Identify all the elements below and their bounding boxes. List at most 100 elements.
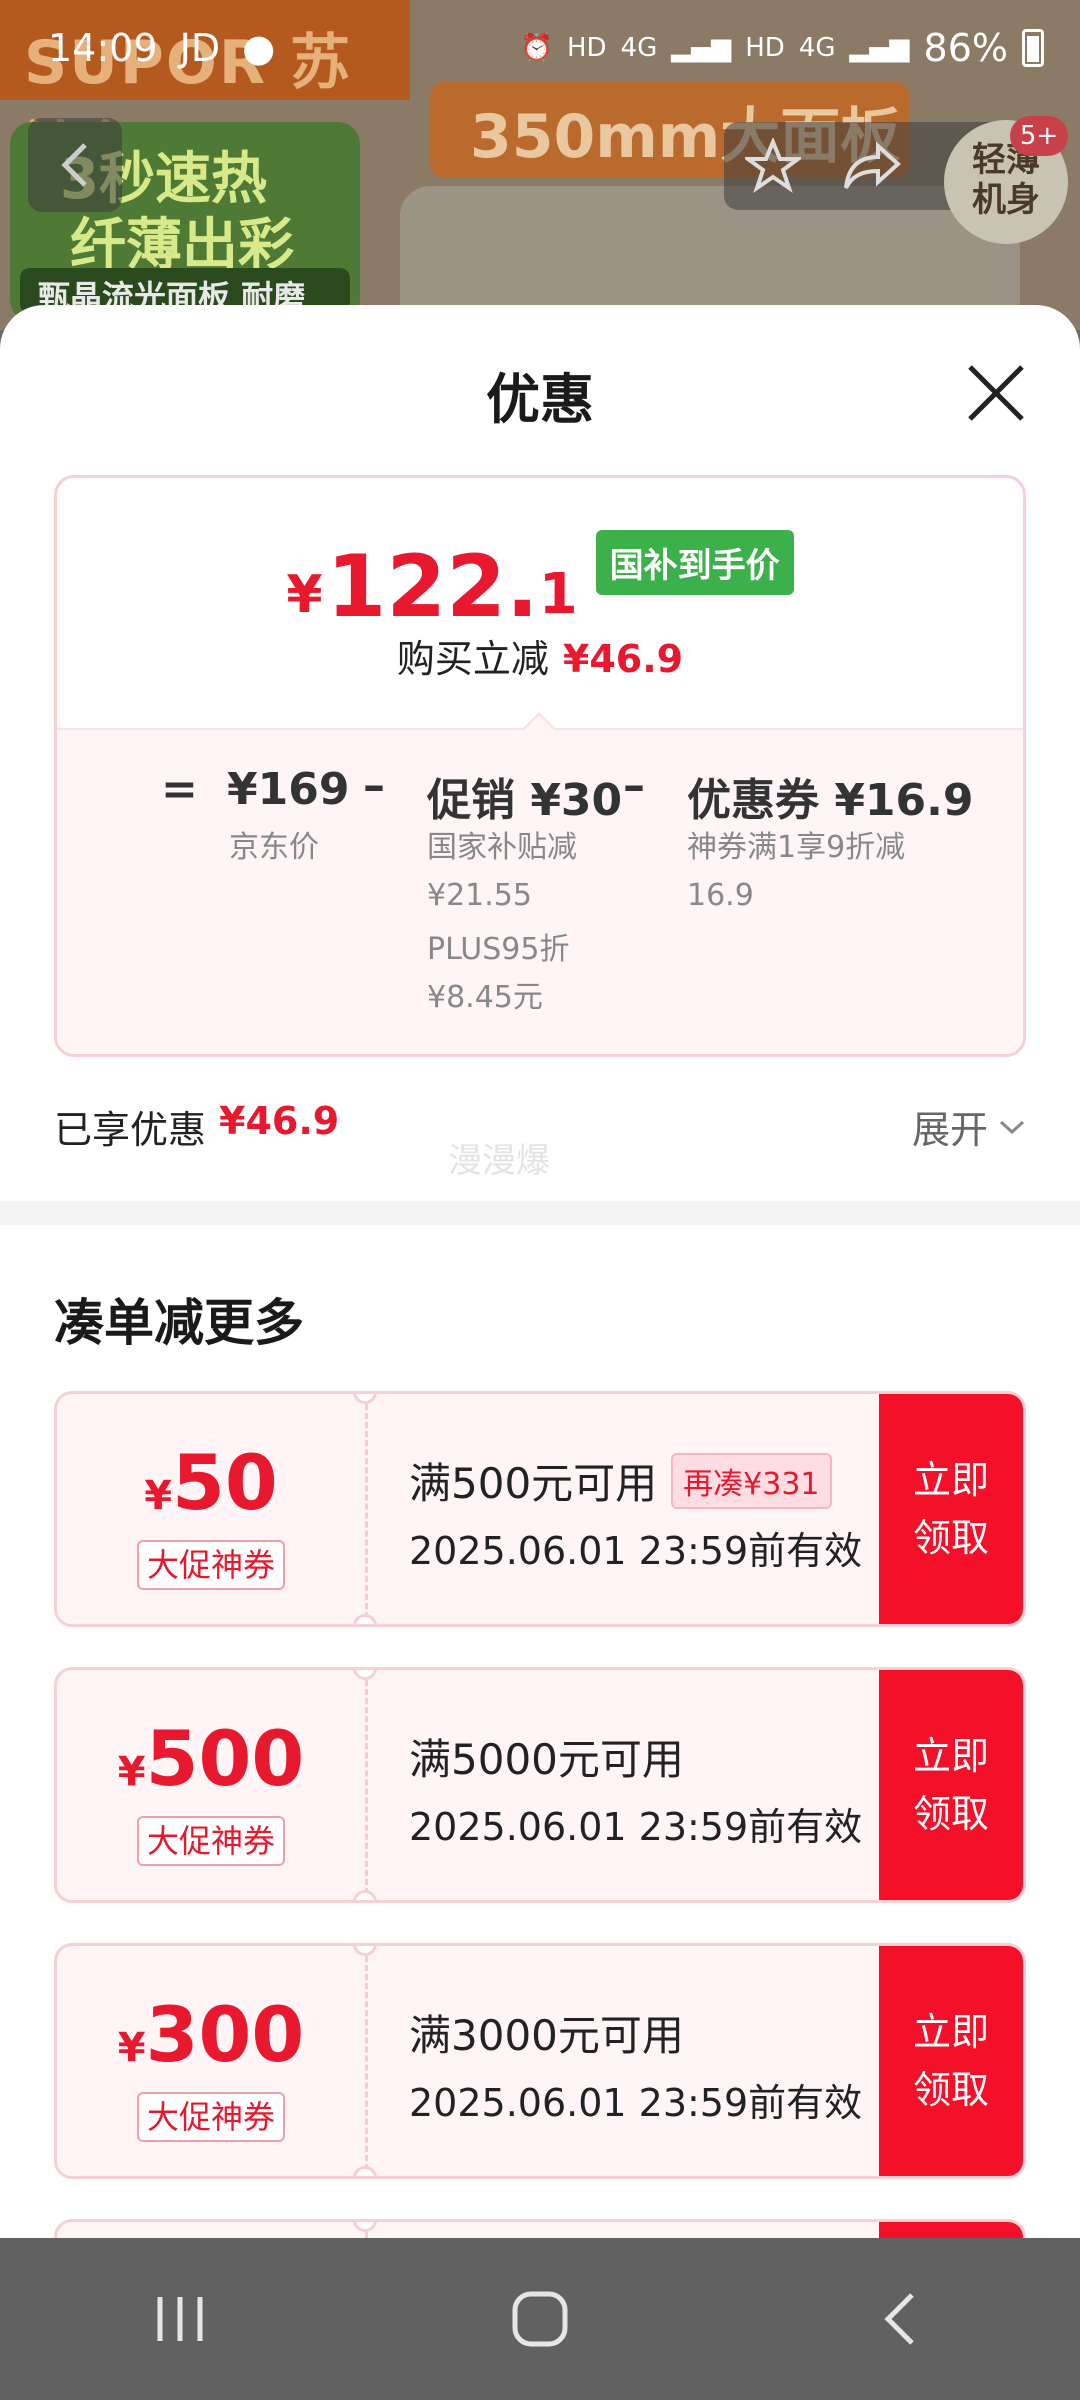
coupon-card: ¥500 大促神券 满5000元可用 2025.06.01 23:59前有效 立… — [54, 1667, 1026, 1903]
hd-label-2: HD — [745, 33, 785, 63]
claim-button-label: 立即 领取 — [912, 1734, 989, 1836]
coupon-value-area: ¥300 大促神券 — [57, 1946, 365, 2176]
status-bar: 14:09 JD ● ⏰ HD 4G ▂▄▆ HD 4G ▂▄▆ 86% — [0, 0, 1080, 100]
recent-apps-button[interactable] — [110, 2269, 250, 2369]
coupon-amount: 优惠券 ¥16.9 — [687, 775, 974, 826]
saving-label: 购买立减 — [396, 637, 549, 681]
coupon-detail-1: 神券满1享9折减 — [687, 830, 906, 865]
hd-label-1: HD — [566, 33, 607, 63]
coupon-value: 50 — [172, 1438, 278, 1527]
price-calculation: = ¥169 京东价 – 促销 ¥30 国家补贴减 ¥21.55 PLUS95折… — [57, 728, 1023, 1054]
coupon-card: ¥50 大促神券 满500元可用 再凑¥331 2025.06.01 23:59… — [54, 1391, 1026, 1627]
price-integer: 122. — [326, 537, 539, 637]
network-label-1: 4G — [620, 33, 658, 63]
back-arrow-icon — [61, 143, 87, 187]
promo-detail-3: PLUS95折 — [427, 932, 570, 967]
coupon-expiry: 2025.06.01 23:59前有效 — [409, 1805, 863, 1849]
battery-percent: 86% — [923, 26, 1008, 70]
message-count-badge: 5+ — [1010, 116, 1068, 156]
coupon-value-area: ¥50 大促神券 — [57, 1394, 365, 1624]
final-price: ¥ 122. 1 国补到手价 — [57, 530, 1023, 635]
share-icon[interactable] — [842, 140, 902, 192]
claim-coupon-button[interactable]: 立即 领取 — [879, 1394, 1023, 1624]
discount-sheet: 优惠 ¥ 122. 1 国补到手价 购买立减 ¥46.9 = ¥169 京东价 –… — [0, 305, 1080, 2238]
coupon-condition: 满500元可用 — [409, 1459, 658, 1508]
coupon-notch-bottom — [353, 2166, 377, 2176]
coupon-value-area: ¥500 大促神券 — [57, 1670, 365, 1900]
claim-coupon-button[interactable] — [879, 2222, 1023, 2238]
promo-detail-2: ¥21.55 — [427, 878, 532, 913]
coupon-currency: ¥ — [144, 1473, 173, 1519]
coupon-currency: ¥ — [117, 1749, 146, 1795]
section-title: 凑单减更多 — [54, 1294, 304, 1352]
coupon-separator — [365, 1956, 368, 2170]
section-divider — [0, 1201, 1080, 1225]
coupon-card: ¥300 大促神券 满3000元可用 2025.06.01 23:59前有效 立… — [54, 1943, 1026, 2179]
card-pointer-inner — [523, 715, 555, 731]
recent-apps-icon — [157, 2297, 203, 2341]
coupon-value: 500 — [145, 1714, 305, 1803]
coupon-notch-top — [353, 2222, 377, 2232]
status-time: 14:09 JD ● — [48, 26, 275, 70]
claim-button-label: 立即 领取 — [912, 2010, 989, 2112]
network-label-2: 4G — [798, 33, 836, 63]
signal-icon-1: ▂▄▆ — [671, 33, 732, 63]
jd-price-label: 京东价 — [229, 830, 319, 865]
enjoyed-label: 已享优惠 — [54, 1108, 207, 1152]
saving-value: ¥46.9 — [562, 637, 684, 681]
claim-coupon-button[interactable]: 立即 领取 — [879, 1946, 1023, 2176]
battery-icon — [1022, 29, 1044, 67]
back-nav-icon — [884, 2293, 914, 2345]
carrier: JD — [179, 26, 221, 70]
coupon-condition: 满3000元可用 — [409, 2011, 684, 2060]
minus-sign-1: – — [363, 760, 385, 811]
instant-saving: 购买立减 ¥46.9 — [57, 628, 1023, 683]
coupon-value: 300 — [145, 1990, 305, 2079]
equals-sign: = — [161, 764, 198, 815]
clock: 14:09 — [48, 26, 158, 70]
alarm-icon: ⏰ — [520, 33, 553, 63]
coupon-notch-bottom — [353, 1890, 377, 1900]
coupon-condition-row: 满5000元可用 — [409, 1726, 684, 1787]
coupon-condition-row: 满500元可用 再凑¥331 — [409, 1450, 832, 1511]
status-indicators: ⏰ HD 4G ▂▄▆ HD 4G ▂▄▆ 86% — [521, 26, 1044, 70]
coupon-type-label: 大促神券 — [137, 1816, 285, 1866]
expand-button[interactable]: 展开 — [912, 1099, 1026, 1154]
claim-button-label: 立即 领取 — [912, 1458, 989, 1560]
subsidy-price-tag: 国补到手价 — [595, 530, 794, 595]
system-nav-bar — [0, 2238, 1080, 2400]
coupon-type-label: 大促神券 — [137, 1540, 285, 1590]
coupon-type-label: 大促神券 — [137, 2092, 285, 2142]
promo-detail-1: 国家补贴减 — [427, 830, 577, 865]
coupon-notch-bottom — [353, 1614, 377, 1624]
coupon-amount: ¥500 — [57, 1714, 365, 1803]
coupon-condition-row: 满3000元可用 — [409, 2002, 684, 2063]
coupon-amount: ¥300 — [57, 1990, 365, 2079]
home-icon — [512, 2291, 568, 2347]
coupon-gap-badge: 再凑¥331 — [671, 1452, 832, 1509]
coupon-separator — [365, 1680, 368, 1894]
coupon-card-partial — [54, 2219, 1026, 2238]
signal-icon-2: ▂▄▆ — [849, 33, 910, 63]
price-currency: ¥ — [286, 565, 323, 625]
sheet-title: 优惠 — [486, 368, 594, 431]
coupon-currency: ¥ — [117, 2025, 146, 2071]
promo-detail-4: ¥8.45元 — [427, 980, 543, 1015]
price-breakdown-card: ¥ 122. 1 国补到手价 购买立减 ¥46.9 = ¥169 京东价 – 促销… — [54, 475, 1026, 1057]
expand-label: 展开 — [911, 1108, 988, 1152]
watermark: 漫漫爆 — [448, 1141, 550, 1181]
coupon-separator — [365, 1404, 368, 1618]
coupon-condition: 满5000元可用 — [409, 1735, 684, 1784]
claim-coupon-button[interactable]: 立即 领取 — [879, 1670, 1023, 1900]
notification-dot-icon: ● — [242, 26, 276, 70]
jd-price: ¥169 — [227, 764, 350, 815]
star-icon[interactable] — [744, 138, 801, 194]
back-button[interactable] — [28, 118, 122, 212]
back-nav-button[interactable] — [830, 2269, 970, 2369]
coupon-expiry: 2025.06.01 23:59前有效 — [409, 2081, 863, 2125]
close-icon[interactable] — [960, 357, 1032, 429]
home-button[interactable] — [470, 2269, 610, 2369]
minus-sign-2: – — [623, 760, 645, 811]
coupon-detail-2: 16.9 — [687, 878, 754, 913]
price-decimal: 1 — [538, 562, 578, 627]
